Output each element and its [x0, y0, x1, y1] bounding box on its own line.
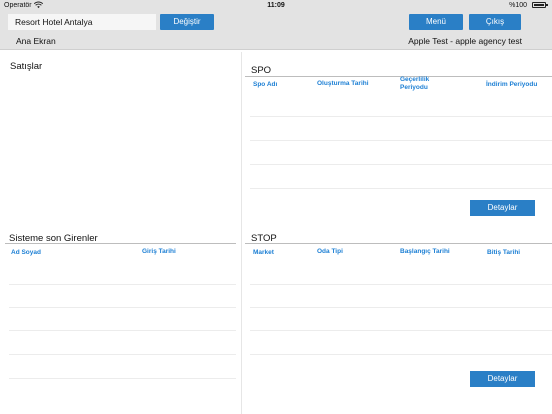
breadcrumb: Ana Ekran: [16, 36, 56, 46]
stop-col-end-date: Bitiş Tarihi: [487, 249, 521, 256]
stop-col-room-type: Oda Tipi: [317, 248, 343, 255]
spo-row-divider: [250, 164, 552, 165]
stop-col-market: Market: [253, 249, 274, 256]
recent-logins-row-divider: [9, 284, 236, 285]
agency-label: Apple Test - apple agency test: [408, 36, 522, 46]
stop-row-divider: [250, 354, 552, 355]
spo-title: SPO: [251, 65, 272, 76]
spo-col-validity: Geçerlilik Periyodu: [400, 76, 430, 91]
spo-row-divider: [250, 188, 552, 189]
stop-col-start-date: Başlangıç Tarihi: [400, 248, 450, 255]
spo-row-divider: [250, 140, 552, 141]
recent-logins-row-divider: [9, 378, 236, 379]
battery-percent: %100: [509, 2, 527, 9]
spo-title-rule: [245, 76, 552, 77]
battery-icon: [532, 2, 548, 8]
stop-row-divider: [250, 307, 552, 308]
panel-divider: [241, 52, 242, 414]
spo-col-name: Spo Adı: [253, 81, 278, 88]
recent-logins-col-name: Ad Soyad: [11, 249, 41, 256]
spo-row-divider: [250, 116, 552, 117]
stop-title-rule: [245, 243, 552, 244]
spo-details-button[interactable]: Detaylar: [470, 200, 535, 216]
hotel-field[interactable]: Resort Hotel Antalya: [8, 14, 156, 30]
menu-button[interactable]: Menü: [409, 14, 463, 30]
recent-logins-row-divider: [9, 307, 236, 308]
logout-button[interactable]: Çıkış: [469, 14, 521, 30]
clock: 11:09: [267, 2, 285, 9]
app-header: Resort Hotel Antalya Değiştir Menü Çıkış…: [0, 11, 552, 50]
stop-row-divider: [250, 330, 552, 331]
recent-logins-col-date: Giriş Tarihi: [142, 248, 176, 255]
sales-title: Satışlar: [10, 61, 43, 72]
recent-logins-title-rule: [5, 243, 236, 244]
spo-col-created: Oluşturma Tarihi: [317, 80, 369, 87]
recent-logins-row-divider: [9, 330, 236, 331]
change-hotel-button[interactable]: Değiştir: [160, 14, 214, 30]
stop-details-button[interactable]: Detaylar: [470, 371, 535, 387]
recent-logins-row-divider: [9, 354, 236, 355]
status-bar: Operatör 11:09 %100: [0, 0, 552, 11]
stop-row-divider: [250, 284, 552, 285]
spo-col-discount: İndirim Periyodu: [486, 81, 538, 88]
